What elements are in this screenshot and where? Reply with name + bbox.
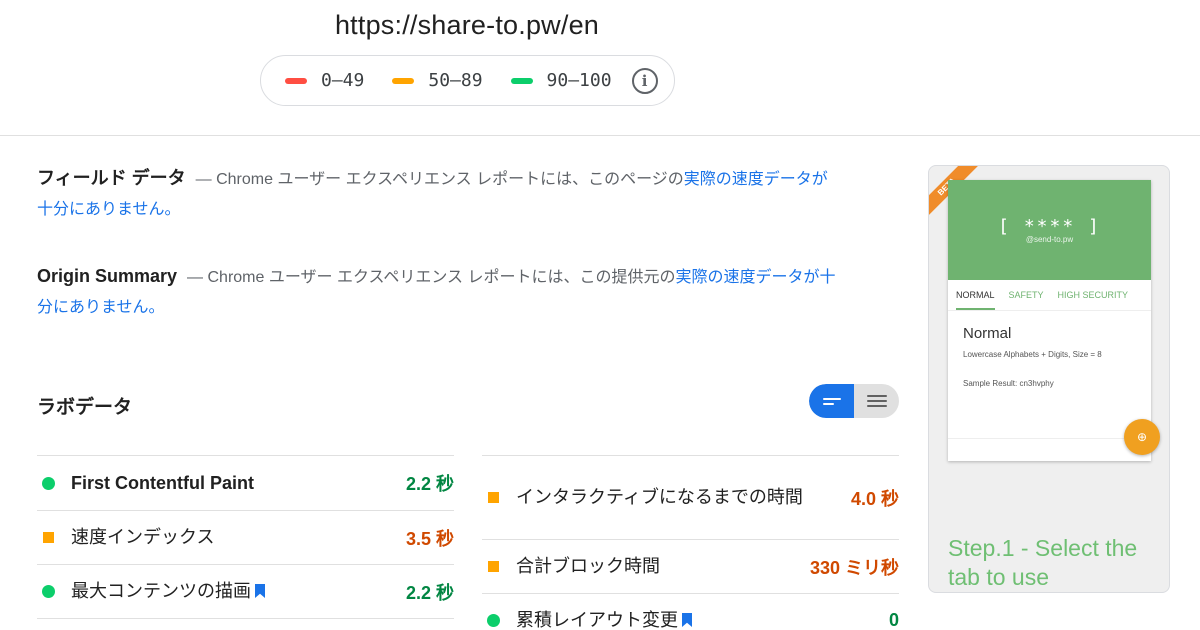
metric-indicator: [486, 614, 500, 627]
compact-view-icon: [822, 397, 841, 400]
metrics-view-toggle[interactable]: [809, 384, 899, 418]
legend-item-good: 90–100: [510, 70, 612, 91]
bookmark-icon: [682, 613, 692, 627]
thumbnail-fab-icon: ⊕: [1124, 419, 1160, 455]
metric-indicator: [486, 561, 500, 572]
lab-data-title: ラボデータ: [37, 397, 133, 418]
origin-summary-title: Origin Summary: [37, 266, 178, 286]
metric-row: インタラクティブになるまでの時間 4.0 秒: [482, 455, 899, 539]
thumbnail-header-sub: @send-to.pw: [1025, 235, 1074, 244]
metric-row: First Contentful Paint 2.2 秒: [37, 455, 454, 510]
metrics-column-right: インタラクティブになるまでの時間 4.0 秒 合計ブロック時間 330 ミリ秒 …: [482, 455, 899, 630]
metric-name-wrap: 最大コンテンツの描画: [71, 577, 406, 606]
metric-indicator: [486, 492, 500, 503]
compact-view-button[interactable]: [809, 384, 854, 418]
metric-name: インタラクティブになるまでの時間: [516, 487, 803, 507]
metric-value: 2.2 秒: [405, 474, 454, 494]
thumbnail-card-body: Normal Lowercase Alphabets + Digits, Siz…: [948, 311, 1151, 422]
metric-name: First Contentful Paint: [71, 472, 254, 493]
bookmark-icon: [255, 584, 265, 598]
metric-name: 合計ブロック時間: [516, 556, 660, 576]
legend-label-average: 50–89: [428, 70, 483, 91]
header-divider: [0, 135, 1200, 136]
metric-row: 最大コンテンツの描画 2.2 秒: [37, 564, 454, 619]
metric-row: 速度インデックス 3.5 秒: [37, 510, 454, 564]
average-square-icon: [42, 532, 54, 543]
pass-dot-icon: [41, 585, 55, 598]
pass-dot-icon: [486, 614, 500, 627]
metric-name: 速度インデックス: [71, 527, 215, 547]
thumbnail-tab-safety: SAFETY: [1008, 290, 1044, 300]
legend-bar-red: [285, 77, 307, 84]
field-data-text: — Chrome ユーザー エクスペリエンス レポートには、このページの: [195, 171, 684, 188]
pass-dot-icon: [41, 476, 55, 490]
metric-indicator: [41, 585, 55, 598]
origin-summary-text: — Chrome ユーザー エクスペリエンス レポートには、この提供元の: [187, 269, 676, 286]
metric-value: 330 ミリ秒: [809, 557, 899, 578]
thumbnail-card-sample: Sample Result: cn3hvphy: [963, 379, 1054, 388]
thumbnail-tab-high-security: HIGH SECURITY: [1057, 290, 1129, 300]
legend-label-poor: 0–49: [321, 70, 365, 91]
metric-value: 2.2 秒: [405, 582, 454, 603]
thumbnail-tabs: NORMAL SAFETY HIGH SECURITY: [948, 280, 1151, 311]
legend-item-average: 50–89: [392, 70, 483, 91]
thumbnail-card: [ **** ] @send-to.pw NORMAL SAFETY HIGH …: [948, 180, 1160, 461]
compact-view-icon-line: [822, 402, 834, 405]
legend-item-poor: 0–49: [285, 70, 364, 91]
metric-row: 累積レイアウト変更 0: [482, 593, 899, 630]
info-icon[interactable]: i: [631, 67, 658, 94]
legend-bar-orange: [392, 77, 415, 84]
expanded-view-icon-line: [866, 405, 887, 407]
field-data-title: フィールド データ: [37, 168, 186, 188]
expanded-view-icon: [866, 395, 887, 397]
thumbnail-card-divider: [948, 438, 1151, 439]
expanded-view-icon-line: [866, 400, 887, 402]
thumbnail-caption: Step.1 - Select the tab to use: [948, 535, 1138, 590]
average-square-icon: [487, 561, 499, 572]
metric-value: 3.5 秒: [405, 528, 454, 549]
field-data-section: フィールド データ — Chrome ユーザー エクスペリエンス レポートには、こ…: [37, 163, 837, 225]
metric-name-wrap: 累積レイアウト変更: [516, 606, 889, 630]
thumbnail-card-title: Normal: [963, 325, 1012, 342]
metric-name: 最大コンテンツの描画: [71, 581, 251, 601]
metric-value: 4.0 秒: [850, 488, 899, 509]
thumbnail-card-header: [ **** ] @send-to.pw: [948, 180, 1151, 280]
score-legend: 0–49 50–89 90–100 i: [260, 55, 675, 106]
origin-summary-section: Origin Summary — Chrome ユーザー エクスペリエンス レポー…: [37, 261, 837, 323]
metric-indicator: [41, 476, 55, 490]
metric-indicator: [41, 532, 55, 543]
metric-name: 累積レイアウト変更: [516, 610, 678, 630]
page-url: https://share-to.pw/en: [334, 10, 600, 40]
thumbnail-card-desc: Lowercase Alphabets + Digits, Size = 8: [963, 350, 1102, 359]
average-square-icon: [487, 492, 499, 503]
expanded-view-button[interactable]: [854, 384, 899, 418]
screenshot-thumbnail[interactable]: BETA [ **** ] @send-to.pw NORMAL SAFETY …: [928, 165, 1170, 593]
thumbnail-tab-normal: NORMAL: [956, 290, 995, 310]
metrics-column-left: First Contentful Paint 2.2 秒 速度インデックス 3.…: [37, 455, 454, 619]
metric-row: 合計ブロック時間 330 ミリ秒: [482, 539, 899, 593]
legend-bar-green: [510, 77, 533, 84]
metric-value: 0: [888, 610, 899, 630]
legend-label-good: 90–100: [546, 70, 612, 91]
thumbnail-header-main: [ **** ]: [998, 216, 1101, 237]
